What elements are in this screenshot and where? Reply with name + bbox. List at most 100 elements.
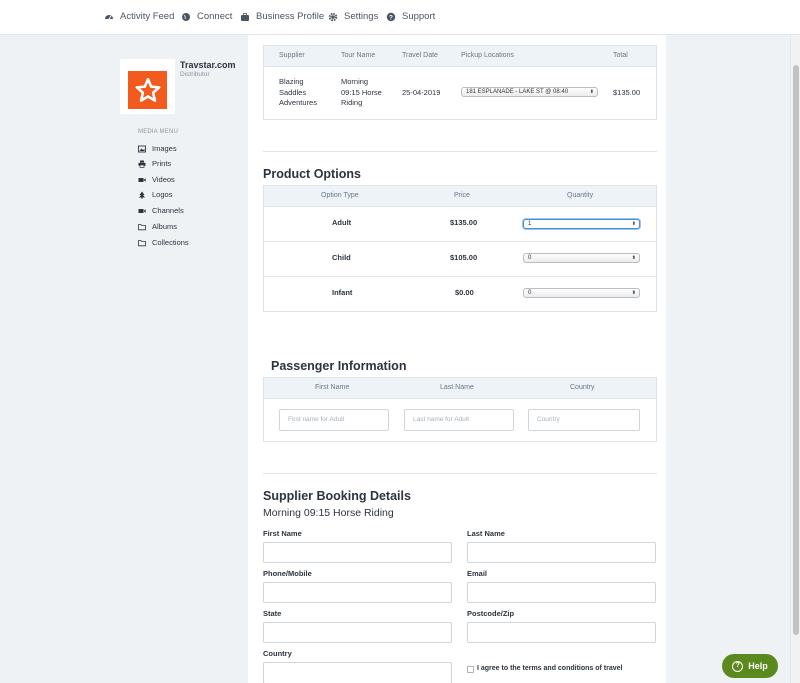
- quantity-select-adult[interactable]: 1 ⬍: [523, 219, 640, 229]
- question-icon: ?: [732, 660, 744, 672]
- header-last-name: Last Name: [440, 384, 474, 391]
- postcode-input[interactable]: [467, 622, 656, 643]
- folder-icon: [138, 223, 146, 230]
- media-item-label: Collections: [152, 238, 189, 247]
- header-tour-name: Tour Name: [341, 52, 376, 59]
- nav-connect[interactable]: Connect: [181, 11, 232, 22]
- company-role: Distributor: [180, 71, 210, 78]
- nav-business-profile[interactable]: Business Profile: [240, 11, 324, 22]
- company-logo: [120, 59, 175, 114]
- page-scrollbar[interactable]: [790, 35, 800, 683]
- state-input[interactable]: [263, 622, 452, 643]
- scrollbar-thumb[interactable]: [793, 65, 799, 635]
- nav-label: Activity Feed: [120, 11, 175, 22]
- media-item-label: Images: [152, 144, 177, 153]
- passenger-info-table: First Name Last Name Country First name …: [263, 377, 657, 442]
- nav-settings[interactable]: Settings: [328, 11, 378, 22]
- help-label: Help: [748, 661, 768, 671]
- select-arrow-icon: ⬍: [631, 290, 636, 296]
- nav-label: Settings: [344, 11, 379, 22]
- header-price: Price: [454, 192, 470, 199]
- gear-icon: [328, 12, 338, 21]
- option-type-child: Child: [332, 253, 351, 262]
- video-icon: [138, 208, 146, 213]
- media-item-albums[interactable]: Albums: [138, 222, 177, 231]
- header-first-name: First Name: [315, 384, 350, 391]
- briefcase-icon: [241, 12, 249, 21]
- supplier-booking-title: Supplier Booking Details: [263, 489, 411, 503]
- media-menu-title: MEDIA MENU: [138, 129, 179, 135]
- quantity-select-infant[interactable]: 0 ⬍: [523, 288, 640, 298]
- country-label: Country: [263, 649, 292, 658]
- nav-label: Support: [402, 11, 436, 22]
- header-total: Total: [613, 52, 628, 59]
- logo-tile: [128, 71, 167, 109]
- media-item-label: Albums: [152, 222, 178, 231]
- phone-label: Phone/Mobile: [263, 569, 312, 578]
- select-arrow-icon: ⬍: [631, 255, 636, 261]
- nav-label: Business Profile: [256, 11, 325, 22]
- select-arrow-icon: ⬍: [589, 89, 594, 95]
- option-price-child: $105.00: [450, 253, 478, 262]
- header-quantity: Quantity: [567, 192, 594, 199]
- media-item-logos[interactable]: Logos: [138, 190, 172, 199]
- divider: [263, 151, 657, 152]
- main-content: Supplier Tour Name Travel Date Pickup Lo…: [248, 35, 666, 683]
- option-type-adult: Adult: [332, 218, 352, 227]
- row-divider: [264, 276, 656, 277]
- tour-total: $135.00: [613, 88, 641, 97]
- passenger-country-input[interactable]: Country: [528, 409, 640, 431]
- top-navigation: Activity Feed Connect Business Profile S…: [0, 0, 800, 35]
- media-item-prints[interactable]: Prints: [138, 159, 171, 168]
- nav-support[interactable]: ? Support: [386, 11, 435, 22]
- nav-activity-feed[interactable]: Activity Feed: [104, 11, 174, 22]
- select-arrow-icon: ⬍: [631, 221, 636, 227]
- help-button[interactable]: ? Help: [722, 654, 778, 678]
- divider: [263, 473, 657, 474]
- table-header: Option Type Price Quantity: [264, 186, 656, 207]
- image-icon: [138, 145, 146, 152]
- option-type-infant: Infant: [332, 288, 353, 297]
- tour-name: Morning 09:15 Horse Riding: [341, 77, 382, 107]
- media-item-images[interactable]: Images: [138, 144, 177, 153]
- email-label: Email: [467, 569, 488, 578]
- media-item-collections[interactable]: Collections: [138, 238, 189, 247]
- product-options-table: Option Type Price Quantity Adult $135.00…: [263, 185, 657, 312]
- media-item-videos[interactable]: Videos: [138, 175, 175, 184]
- phone-input[interactable]: [263, 582, 452, 603]
- terms-label: I agree to the terms and conditions of t…: [477, 665, 623, 672]
- table-header: Supplier Tour Name Travel Date Pickup Lo…: [264, 46, 656, 67]
- country-input[interactable]: [263, 662, 452, 683]
- pickup-location-select[interactable]: 181 ESPLANADE - LAKE ST @ 08:40 ⬍: [461, 87, 598, 97]
- option-price-infant: $0.00: [455, 288, 474, 297]
- last-name-input[interactable]: [467, 542, 656, 563]
- tour-summary-table: Supplier Tour Name Travel Date Pickup Lo…: [263, 45, 657, 120]
- postcode-label: Postcode/Zip: [467, 609, 515, 618]
- email-input[interactable]: [467, 582, 656, 603]
- header-pickup-locations: Pickup Locations: [461, 52, 514, 59]
- question-icon: ?: [386, 12, 396, 21]
- folder-icon: [138, 239, 146, 246]
- media-item-label: Prints: [152, 159, 172, 168]
- last-name-label: Last Name: [467, 529, 505, 538]
- state-label: State: [263, 609, 282, 618]
- media-item-channels[interactable]: Channels: [138, 206, 184, 215]
- supplier-name: Blazing Saddles Adventures: [279, 77, 317, 107]
- passenger-last-name-input[interactable]: Last name for Adult: [404, 409, 514, 431]
- printer-icon: [138, 160, 146, 168]
- dashboard-icon: [105, 14, 113, 19]
- tree-icon: [139, 191, 145, 199]
- passenger-first-name-input[interactable]: First name for Adult: [279, 409, 389, 431]
- terms-checkbox[interactable]: [467, 666, 474, 673]
- travel-date: 25-04-2019: [402, 88, 441, 97]
- supplier-booking-subtitle: Morning 09:15 Horse Riding: [263, 507, 394, 519]
- header-supplier: Supplier: [279, 52, 305, 59]
- header-option-type: Option Type: [321, 192, 359, 199]
- row-divider: [264, 241, 656, 242]
- header-country: Country: [570, 384, 595, 391]
- svg-text:?: ?: [389, 14, 393, 21]
- quantity-select-child[interactable]: 0 ⬍: [523, 253, 640, 263]
- company-name[interactable]: Travstar.com: [180, 60, 236, 70]
- first-name-input[interactable]: [263, 542, 452, 563]
- media-item-label: Logos: [152, 190, 173, 199]
